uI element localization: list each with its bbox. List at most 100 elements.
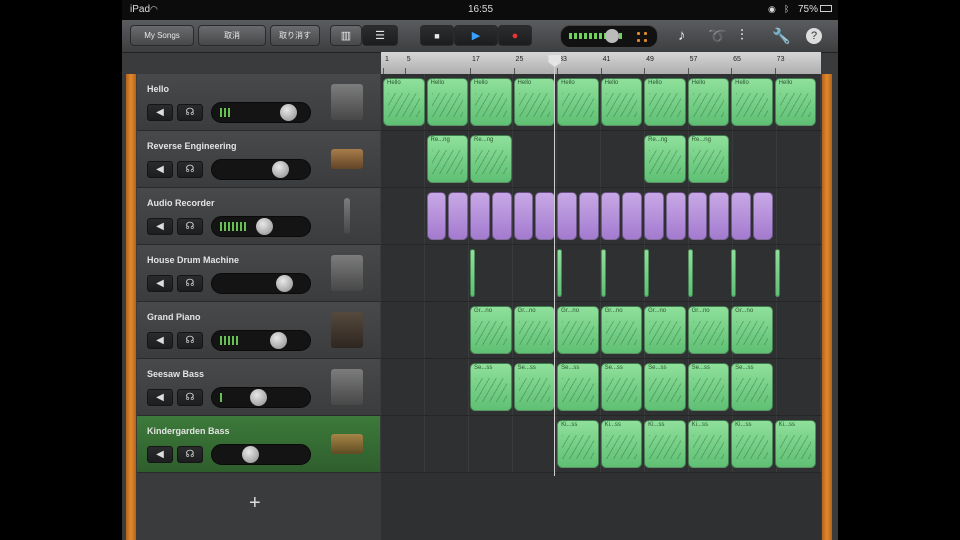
- add-track-button[interactable]: +: [249, 492, 261, 515]
- region[interactable]: Hello: [731, 78, 773, 126]
- volume-slider[interactable]: [211, 387, 311, 408]
- track-header[interactable]: Seesaw Bass ◀ ☊: [137, 359, 380, 416]
- region[interactable]: Hello: [513, 78, 556, 126]
- region[interactable]: Hello: [470, 78, 512, 126]
- lcd-display[interactable]: [560, 25, 658, 48]
- volume-knob[interactable]: [280, 104, 297, 121]
- region[interactable]: [578, 192, 599, 240]
- loop-icon[interactable]: ➰: [708, 27, 727, 45]
- mixer-icon[interactable]: ⫶: [740, 27, 744, 44]
- region[interactable]: [622, 192, 643, 240]
- volume-knob[interactable]: [256, 218, 273, 235]
- region[interactable]: [535, 192, 556, 240]
- track-header[interactable]: Grand Piano ◀ ☊: [137, 302, 380, 359]
- region[interactable]: [557, 192, 577, 240]
- timeline-ruler[interactable]: 1 5 17 25 33 41 49 57 65 73: [381, 52, 821, 75]
- region[interactable]: [470, 192, 490, 240]
- undo-button[interactable]: 取消: [198, 25, 266, 46]
- region[interactable]: Ki...ss: [644, 420, 686, 468]
- region[interactable]: [644, 192, 664, 240]
- region[interactable]: [491, 192, 512, 240]
- region[interactable]: [513, 192, 534, 240]
- solo-button[interactable]: ☊: [177, 104, 203, 121]
- region[interactable]: Gr...no: [687, 306, 730, 354]
- region[interactable]: Gr...no: [600, 306, 643, 354]
- organ-icon[interactable]: [331, 434, 363, 454]
- track-header[interactable]: Reverse Engineering ◀ ☊: [137, 131, 380, 188]
- region[interactable]: [752, 192, 773, 240]
- drum-machine-icon[interactable]: [331, 255, 363, 291]
- volume-slider[interactable]: [211, 330, 311, 351]
- volume-slider[interactable]: [211, 216, 311, 237]
- volume-knob[interactable]: [242, 446, 260, 463]
- region[interactable]: Se...ss: [557, 363, 599, 411]
- solo-button[interactable]: ☊: [177, 389, 203, 406]
- solo-button[interactable]: ☊: [177, 218, 203, 235]
- region[interactable]: [600, 192, 621, 240]
- solo-button[interactable]: ☊: [177, 332, 203, 349]
- region[interactable]: Re...ng: [470, 135, 512, 183]
- mute-button[interactable]: ◀: [147, 446, 173, 463]
- region[interactable]: Se...ss: [470, 363, 512, 411]
- grand-piano-icon[interactable]: [331, 312, 363, 348]
- region[interactable]: [426, 192, 447, 240]
- region[interactable]: [470, 249, 476, 297]
- arrangement-area[interactable]: Hello Hello Hello Hello Hello Hello Hello Hello…: [381, 74, 821, 540]
- region[interactable]: [448, 192, 469, 240]
- region[interactable]: Hello: [774, 78, 817, 126]
- region[interactable]: Hello: [426, 78, 469, 126]
- volume-knob[interactable]: [272, 161, 289, 178]
- region[interactable]: [731, 192, 751, 240]
- redo-button[interactable]: 取り消す: [270, 25, 320, 46]
- lcd-knob[interactable]: [605, 29, 619, 43]
- volume-slider[interactable]: [211, 102, 311, 123]
- mute-button[interactable]: ◀: [147, 275, 173, 292]
- region[interactable]: Re...ng: [644, 135, 686, 183]
- region[interactable]: Gr...no: [470, 306, 512, 354]
- wrench-icon[interactable]: 🔧: [772, 27, 791, 45]
- mute-button[interactable]: ◀: [147, 389, 173, 406]
- region[interactable]: [644, 249, 650, 297]
- help-icon[interactable]: ?: [806, 28, 822, 44]
- region[interactable]: Se...ss: [600, 363, 643, 411]
- region[interactable]: [709, 192, 730, 240]
- region[interactable]: Hello: [644, 78, 686, 126]
- region[interactable]: Ki...ss: [687, 420, 730, 468]
- region[interactable]: [557, 249, 563, 297]
- track-header[interactable]: House Drum Machine ◀ ☊: [137, 245, 380, 302]
- keyboard-view-button[interactable]: ▥: [330, 25, 362, 46]
- region[interactable]: Hello: [600, 78, 643, 126]
- volume-knob[interactable]: [276, 275, 293, 292]
- region[interactable]: Hello: [383, 78, 425, 126]
- region[interactable]: Se...ss: [513, 363, 556, 411]
- region[interactable]: Ki...ss: [600, 420, 643, 468]
- microphone-icon[interactable]: [344, 198, 350, 234]
- keyboard-icon[interactable]: [331, 84, 363, 120]
- region[interactable]: Gr...no: [557, 306, 599, 354]
- keyboard-icon[interactable]: [331, 369, 363, 405]
- solo-button[interactable]: ☊: [177, 161, 203, 178]
- track-header[interactable]: Kindergarden Bass ◀ ☊: [137, 416, 380, 473]
- region[interactable]: Gr...no: [731, 306, 773, 354]
- volume-knob[interactable]: [250, 389, 268, 406]
- volume-slider[interactable]: [211, 273, 311, 294]
- track-header[interactable]: Hello ◀ ☊: [137, 74, 380, 131]
- region[interactable]: Gr...no: [513, 306, 556, 354]
- note-icon[interactable]: ♪: [678, 27, 686, 44]
- track-header[interactable]: Audio Recorder ◀ ☊: [137, 188, 380, 245]
- volume-slider[interactable]: [211, 444, 311, 465]
- mute-button[interactable]: ◀: [147, 104, 173, 121]
- organ-icon[interactable]: [331, 149, 363, 169]
- region[interactable]: Se...ss: [687, 363, 730, 411]
- region[interactable]: Re...ng: [426, 135, 469, 183]
- play-button[interactable]: ▶: [454, 25, 498, 46]
- region[interactable]: Hello: [557, 78, 599, 126]
- region[interactable]: [731, 249, 737, 297]
- region[interactable]: Ki...ss: [557, 420, 599, 468]
- region[interactable]: Re...ng: [687, 135, 730, 183]
- mute-button[interactable]: ◀: [147, 218, 173, 235]
- stop-button[interactable]: ■: [420, 25, 454, 46]
- region[interactable]: [665, 192, 686, 240]
- region[interactable]: Ki...ss: [774, 420, 817, 468]
- region[interactable]: Se...ss: [644, 363, 686, 411]
